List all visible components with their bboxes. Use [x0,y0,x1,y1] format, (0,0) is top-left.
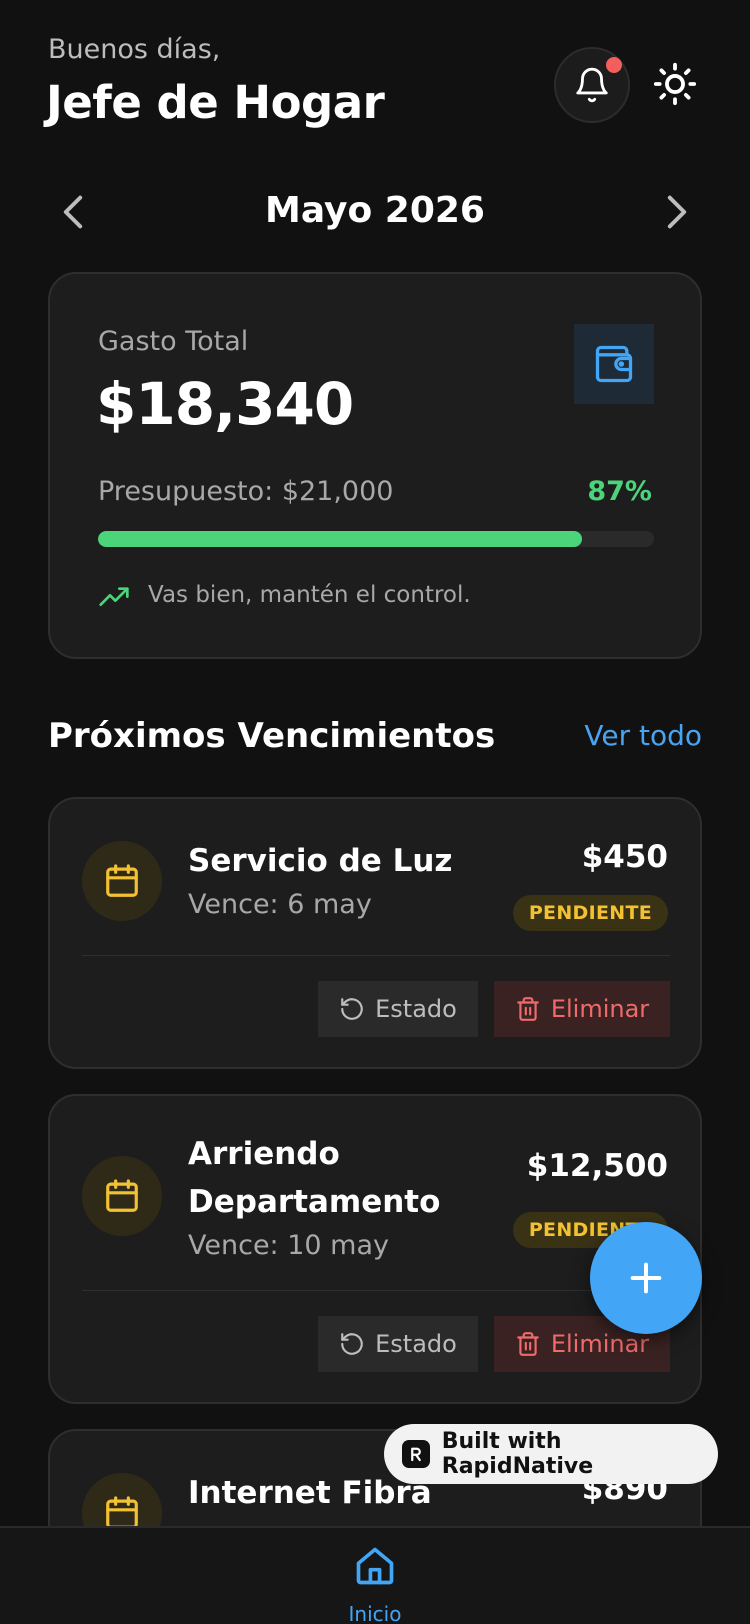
toggle-status-label: Estado [375,995,457,1023]
bill-amount: $450 [581,839,668,875]
current-month: Mayo 2026 [265,190,485,231]
chevron-right-icon [667,195,687,229]
rapidnative-logo-icon [402,1440,430,1468]
total-spent-value: $18,340 [96,370,354,438]
rotate-ccw-icon [341,998,363,1020]
bill-status-badge: PENDIENTE [512,895,668,931]
bill-due-date: Vence: 10 may [188,1230,389,1261]
nav-item-home-label: Inicio [348,1602,402,1624]
built-with-label: Built with RapidNative [441,1429,594,1479]
rotate-ccw-icon [341,1333,363,1355]
next-month-button[interactable] [660,192,694,232]
notifications-button[interactable] [554,47,630,123]
budget-label: Presupuesto: $21,000 [98,476,394,507]
budget-status-message: Vas bien, mantén el control. [148,582,471,608]
plus-icon [630,1262,662,1294]
bill-name: Arriendo Departamento [188,1136,441,1220]
wallet-badge [574,324,654,404]
add-bill-button[interactable] [590,1222,702,1334]
spending-summary-card: Gasto Total $18,340 Presupuesto: $21,000… [48,272,702,659]
nav-item-home[interactable]: Inicio [335,1528,415,1624]
toggle-status-label: Estado [375,1330,457,1358]
bill-icon-badge [82,1156,162,1236]
bell-icon [576,67,608,103]
delete-bill-label: Eliminar [550,1330,650,1358]
wallet-icon [595,345,633,383]
budget-progress-bar [98,531,654,547]
trash-icon [516,997,539,1021]
greeting-text: Buenos días, [48,34,221,65]
theme-toggle-button[interactable] [652,56,698,112]
bill-card[interactable]: Servicio de Luz Vence: 6 may $450 PENDIE… [48,797,702,1069]
notification-dot [606,57,622,73]
bottom-navigation: Inicio [0,1526,750,1624]
view-all-link[interactable]: Ver todo [584,719,702,752]
bill-divider [82,955,670,956]
bill-due-date: Vence: 6 may [188,889,372,920]
toggle-status-button[interactable]: Estado [318,981,478,1037]
bill-divider [82,1290,670,1291]
home-icon [356,1547,394,1585]
calendar-icon [106,1179,138,1212]
total-spent-label: Gasto Total [98,326,249,357]
user-name: Jefe de Hogar [46,76,385,129]
trash-icon [516,1332,539,1356]
delete-bill-button[interactable]: Eliminar [494,981,670,1037]
home-screen: Buenos días, Jefe de Hogar Mayo 2026 Gas… [0,0,750,1624]
sun-icon [653,62,697,106]
bill-amount: $12,500 [526,1148,668,1184]
bill-name: Servicio de Luz [188,843,453,879]
budget-progress-fill [98,531,582,547]
delete-bill-label: Eliminar [550,995,650,1023]
upcoming-section-title: Próximos Vencimientos [48,716,496,756]
calendar-icon [106,864,138,897]
built-with-badge[interactable]: Built with RapidNative [384,1424,718,1484]
toggle-status-button[interactable]: Estado [318,1316,478,1372]
trending-up-icon [99,587,129,606]
bill-icon-badge [82,841,162,921]
budget-percent: 87% [587,476,652,507]
